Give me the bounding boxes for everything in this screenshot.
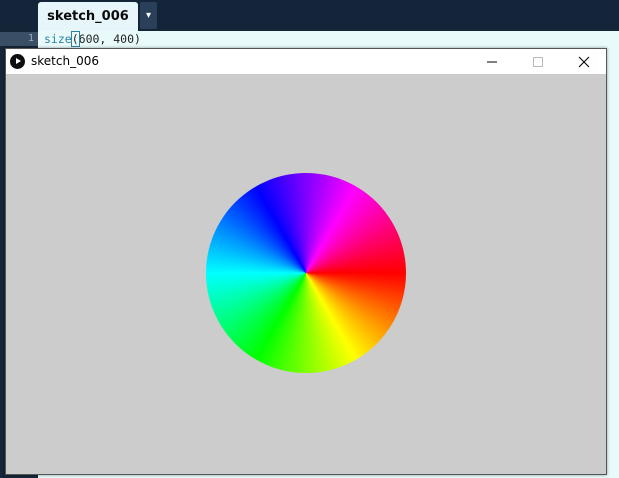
minimize-button[interactable] xyxy=(469,49,515,74)
maximize-button[interactable] xyxy=(515,49,561,74)
sketch-window: sketch_006 xyxy=(5,48,607,475)
window-titlebar[interactable]: sketch_006 xyxy=(6,49,606,74)
processing-ide: sketch_006 ▾ 1 size(600, 400) sketch_006 xyxy=(0,0,619,478)
tab-menu-button[interactable]: ▾ xyxy=(140,2,157,29)
maximize-icon xyxy=(533,56,543,67)
tab-bar: sketch_006 ▾ xyxy=(0,0,619,31)
code-args: 600, 400) xyxy=(78,32,141,46)
hue-color-wheel xyxy=(206,173,406,373)
code-open-paren: ( xyxy=(70,31,80,47)
code-function: size xyxy=(44,32,72,46)
window-title: sketch_006 xyxy=(31,54,99,68)
code-line[interactable]: size(600, 400) xyxy=(44,31,141,47)
tab-sketch[interactable]: sketch_006 xyxy=(38,2,138,31)
line-number: 1 xyxy=(0,32,38,46)
close-button[interactable] xyxy=(561,49,607,74)
minimize-icon xyxy=(487,61,497,62)
sketch-canvas[interactable] xyxy=(6,74,606,474)
processing-play-icon xyxy=(10,54,25,69)
close-icon xyxy=(578,56,590,67)
